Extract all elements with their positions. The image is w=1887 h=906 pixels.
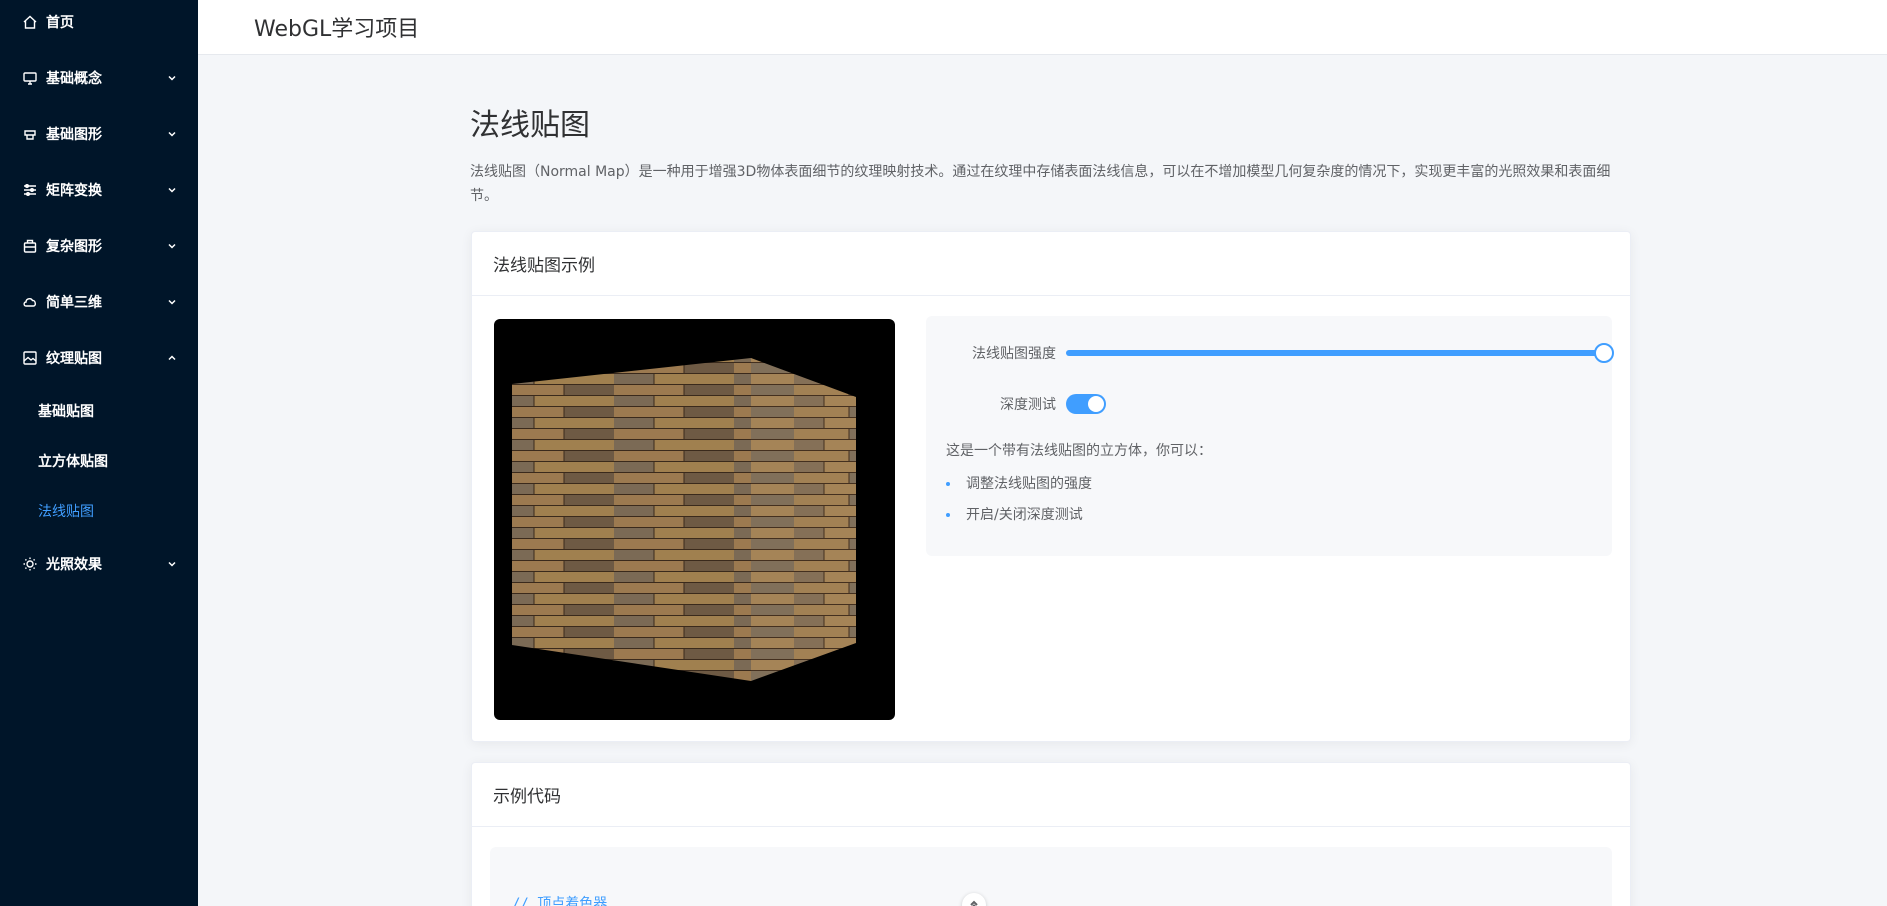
- sidebar-item-lighting[interactable]: 光照效果: [0, 542, 198, 586]
- switch-knob: [1088, 396, 1104, 412]
- sidebar-item-label: 复杂图形: [46, 239, 102, 255]
- demo-card: 法线贴图示例 法线贴图强度 深度测试 这是一个带有法线贴图的立方体，你可以： 调…: [471, 231, 1631, 742]
- textured-cube-image: [512, 358, 856, 681]
- chevrons-up-icon: [970, 900, 978, 906]
- box-icon: [22, 238, 38, 254]
- strength-slider-thumb[interactable]: [1594, 343, 1614, 363]
- sidebar-item-label: 基础概念: [46, 71, 102, 87]
- sidebar-subitem-normal-map[interactable]: 法线贴图: [0, 491, 198, 531]
- sun-icon: [22, 556, 38, 572]
- sidebar-item-label: 光照效果: [46, 557, 102, 573]
- code-card-title: 示例代码: [472, 763, 1630, 827]
- sidebar-item-basic-shapes[interactable]: 基础图形: [0, 112, 198, 156]
- sidebar: 首页 基础概念 基础图形 矩阵变换 复杂图形 简单三维 纹理贴图 基础贴图 立方…: [0, 0, 198, 906]
- bullet-dot: [946, 513, 950, 517]
- sidebar-item-label: 矩阵变换: [46, 183, 102, 199]
- code-card: 示例代码 // 顶点着色器: [471, 762, 1631, 906]
- control-panel: 法线贴图强度 深度测试 这是一个带有法线贴图的立方体，你可以： 调整法线贴图的强…: [926, 316, 1614, 556]
- feature-list: 调整法线贴图的强度 开启/关闭深度测试: [946, 474, 1092, 536]
- demo-card-title: 法线贴图示例: [472, 232, 1630, 296]
- picture-icon: [22, 350, 38, 366]
- sidebar-item-basic-concepts[interactable]: 基础概念: [0, 56, 198, 100]
- home-icon: [22, 14, 38, 30]
- sidebar-item-home[interactable]: 首页: [0, 0, 198, 44]
- sidebar-item-matrix-transform[interactable]: 矩阵变换: [0, 168, 198, 212]
- depth-test-switch[interactable]: [1066, 394, 1106, 414]
- bullet-dot: [946, 482, 950, 486]
- webgl-canvas[interactable]: [494, 319, 895, 720]
- chevron-down-icon: [166, 240, 178, 252]
- monitor-icon: [22, 70, 38, 86]
- chevron-down-icon: [166, 128, 178, 140]
- strength-label: 法线贴图强度: [972, 346, 1056, 362]
- chevron-down-icon: [166, 72, 178, 84]
- chevron-down-icon: [166, 296, 178, 308]
- list-item: 调整法线贴图的强度: [946, 474, 1092, 505]
- sidebar-item-label: 首页: [46, 15, 74, 31]
- sidebar-item-simple-3d[interactable]: 简单三维: [0, 280, 198, 324]
- chevron-down-icon: [166, 558, 178, 570]
- shapes-icon: [22, 126, 38, 142]
- sidebar-item-complex-shapes[interactable]: 复杂图形: [0, 224, 198, 268]
- collapse-code-button[interactable]: [962, 893, 986, 906]
- list-item-text: 开启/关闭深度测试: [966, 507, 1083, 523]
- sidebar-item-label: 纹理贴图: [46, 351, 102, 367]
- sidebar-item-label: 简单三维: [46, 295, 102, 311]
- code-block: // 顶点着色器: [490, 847, 1612, 906]
- sidebar-subitem-cube-texture[interactable]: 立方体贴图: [0, 441, 198, 481]
- sidebar-item-texture-mapping[interactable]: 纹理贴图: [0, 336, 198, 380]
- demo-intro-text: 这是一个带有法线贴图的立方体，你可以：: [946, 443, 1212, 459]
- chevron-up-icon: [166, 352, 178, 364]
- depth-test-label: 深度测试: [1000, 397, 1056, 413]
- page-description: 法线贴图（Normal Map）是一种用于增强3D物体表面细节的纹理映射技术。通…: [470, 164, 1611, 204]
- sidebar-subitem-basic-texture[interactable]: 基础贴图: [0, 391, 198, 431]
- top-header: WebGL学习项目: [198, 0, 1887, 55]
- chevron-down-icon: [166, 184, 178, 196]
- code-comment: // 顶点着色器: [512, 896, 608, 906]
- sliders-icon: [22, 182, 38, 198]
- sidebar-item-label: 基础图形: [46, 127, 102, 143]
- page-title: 法线贴图: [470, 108, 590, 143]
- strength-slider[interactable]: [1066, 343, 1614, 363]
- list-item: 开启/关闭深度测试: [946, 505, 1092, 536]
- strength-slider-fill: [1066, 350, 1604, 356]
- cloud-icon: [22, 294, 38, 310]
- list-item-text: 调整法线贴图的强度: [966, 476, 1092, 492]
- app-title: WebGL学习项目: [254, 17, 420, 42]
